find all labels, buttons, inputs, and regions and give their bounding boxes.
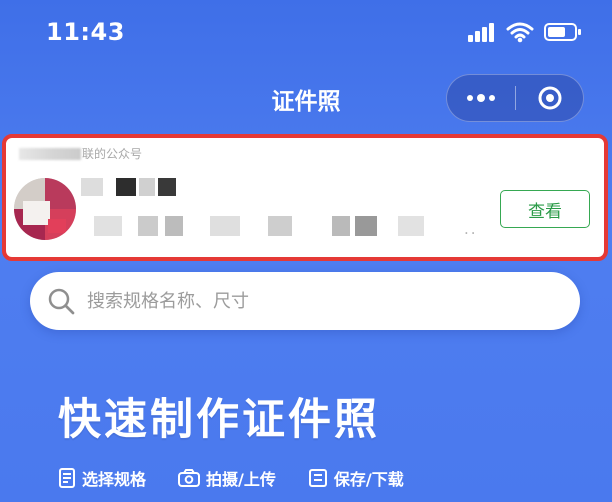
more-icon <box>467 94 495 102</box>
mini-program-capsule <box>446 74 584 122</box>
close-button[interactable] <box>516 75 583 121</box>
search-icon <box>48 288 75 315</box>
feature-label: 保存/下载 <box>333 470 404 489</box>
feature-save-download: 保存/下载 <box>308 466 404 490</box>
blurred-account-description <box>94 216 424 236</box>
feature-label: 选择规格 <box>82 470 147 489</box>
battery-icon <box>544 22 582 42</box>
blurred-account-title <box>81 178 193 196</box>
blurred-account-name <box>19 147 81 160</box>
camera-icon <box>178 469 201 487</box>
view-button[interactable]: 查看 <box>500 190 590 228</box>
feature-label: 拍摄/上传 <box>206 470 276 489</box>
feature-steps: 选择规格 拍摄/上传 保存/下载 <box>58 466 404 490</box>
search-box[interactable] <box>30 272 580 330</box>
more-button[interactable] <box>447 75 515 121</box>
app-screen: 11:43 证件照 联的公众号 .. 查看 搜索规格名称、尺寸 快速制作证件照 … <box>0 0 612 502</box>
target-icon <box>538 86 561 110</box>
wifi-icon <box>506 21 534 43</box>
associated-account-label: 联的公众号 <box>19 145 142 162</box>
document-icon <box>59 468 75 488</box>
search-input[interactable] <box>85 282 519 320</box>
feature-select-spec: 选择规格 <box>58 466 146 490</box>
signal-icon <box>468 22 496 42</box>
description-ellipsis: .. <box>464 220 478 238</box>
official-account-card[interactable]: 联的公众号 .. 查看 <box>2 134 608 261</box>
status-icons <box>468 21 582 43</box>
account-avatar <box>14 178 76 240</box>
associated-account-label-text: 联的公众号 <box>82 147 143 161</box>
hero-title: 快速制作证件照 <box>58 395 380 445</box>
status-time: 11:43 <box>46 18 125 46</box>
feature-capture-upload: 拍摄/上传 <box>178 466 276 490</box>
save-icon <box>308 469 327 487</box>
status-bar: 11:43 <box>0 0 612 68</box>
